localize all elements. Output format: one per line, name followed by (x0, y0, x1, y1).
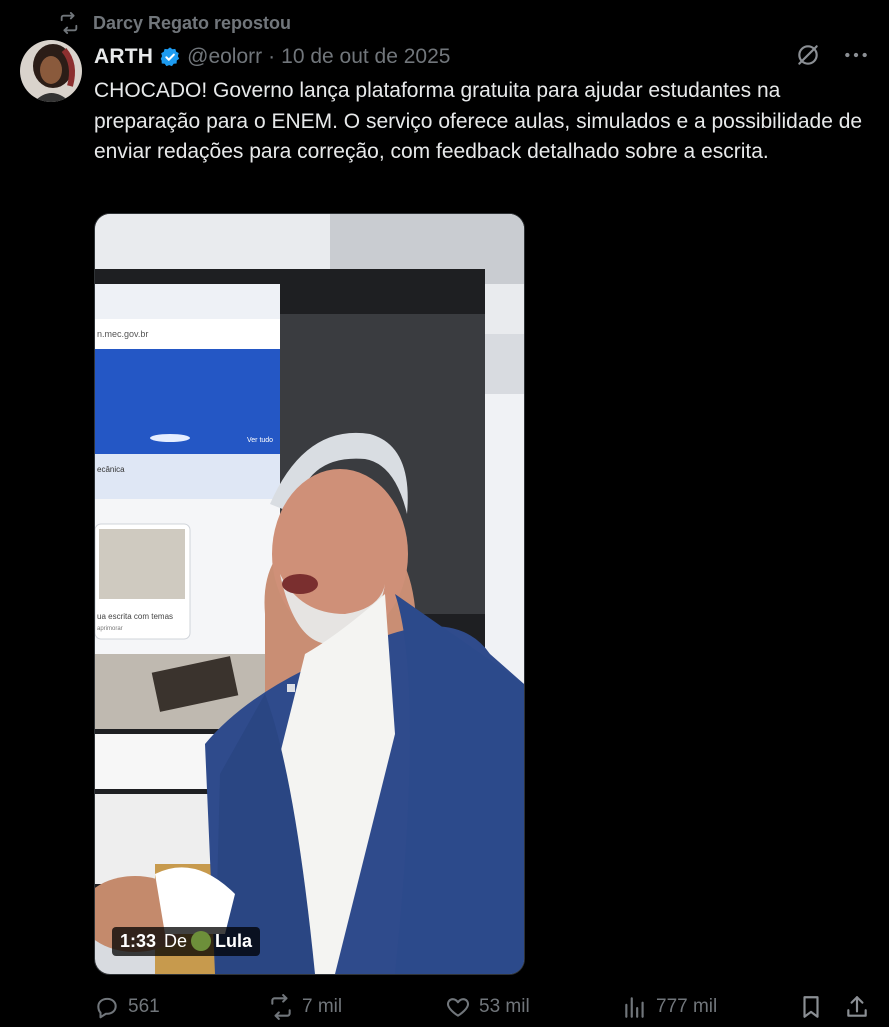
more-button[interactable] (843, 42, 869, 73)
screen-card-sub: aprimorar (97, 626, 123, 632)
author-line: ARTH @eolorr · 10 de out de 2025 (94, 42, 450, 72)
views-button[interactable]: 777 mil (622, 990, 717, 1024)
separator-dot: · (268, 45, 276, 68)
repost-header[interactable]: Darcy Regato repostou (58, 10, 291, 36)
repost-text: Darcy Regato repostou (93, 12, 292, 33)
tweet-text: CHOCADO! Governo lança plataforma gratui… (94, 79, 863, 163)
like-icon (446, 998, 470, 1017)
screen-url: n.mec.gov.br (97, 329, 148, 339)
screen-side: Ver tudo (247, 437, 273, 444)
video-badge: 1:33 De Lula (112, 926, 261, 956)
source-avatar (191, 931, 212, 951)
grok-icon (798, 44, 818, 65)
repost-icon (271, 994, 291, 1020)
author-name[interactable]: ARTH (94, 45, 153, 69)
repost-count: 7 mil (302, 996, 343, 1017)
reply-count: 561 (128, 996, 160, 1017)
reply-button[interactable]: 561 (94, 990, 160, 1024)
video-duration: 1:33 (112, 926, 165, 956)
more-icon (845, 52, 867, 57)
repost-button[interactable]: 7 mil (268, 990, 342, 1024)
bookmark-icon (803, 996, 819, 1018)
video-frame: n.mec.gov.br Ver tudo ecânica ua escrita… (95, 214, 524, 974)
repost-icon (60, 12, 78, 34)
like-count: 53 mil (479, 996, 530, 1017)
grok-button[interactable] (795, 42, 821, 73)
bookmark-button[interactable] (798, 990, 824, 1024)
post-date[interactable]: 10 de out de 2025 (281, 45, 450, 69)
video-player[interactable]: n.mec.gov.br Ver tudo ecânica ua escrita… (94, 213, 525, 975)
verified-icon (160, 47, 180, 67)
author-handle[interactable]: @eolorr (187, 45, 262, 69)
views-icon (625, 997, 644, 1018)
avatar[interactable] (20, 40, 82, 102)
share-icon (847, 996, 867, 1017)
video-source-name: Lula (215, 930, 253, 951)
views-count: 777 mil (656, 996, 718, 1017)
screen-card: ua escrita com temas (97, 612, 173, 621)
screen-tab: ecânica (97, 465, 125, 474)
video-source-prefix: De (164, 930, 188, 951)
video-source[interactable]: De Lula (164, 926, 261, 956)
share-button[interactable] (844, 990, 870, 1024)
like-button[interactable]: 53 mil (445, 990, 530, 1024)
header-actions (795, 42, 869, 72)
reply-icon (97, 997, 117, 1019)
